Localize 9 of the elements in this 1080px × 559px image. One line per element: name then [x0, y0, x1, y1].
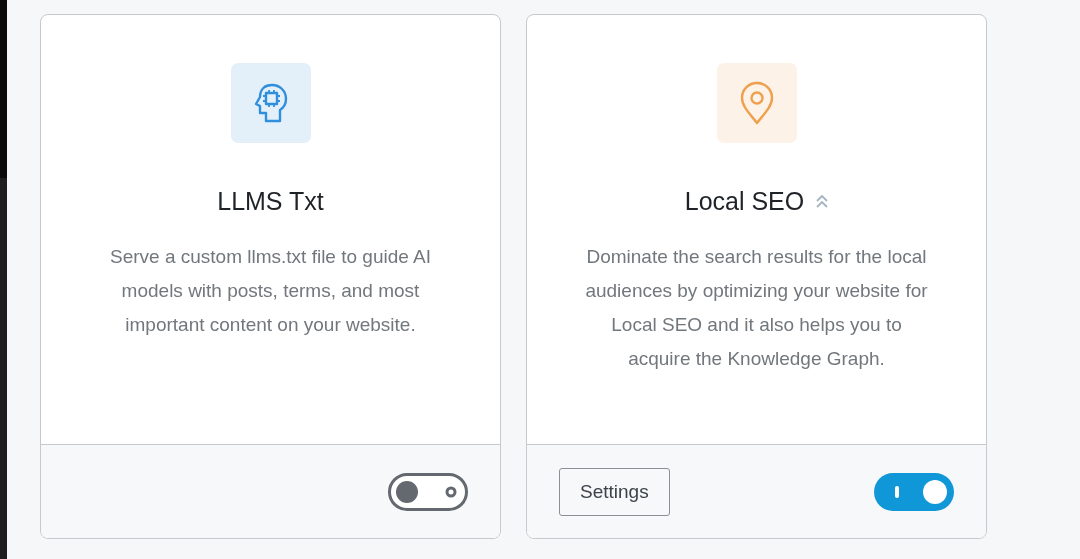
toggle-switch[interactable]: [874, 472, 954, 511]
head-chip-icon: [253, 83, 288, 123]
module-description: Dominate the search results for the local audiences by optimizing your website for Local SEO and it also helps you to acquire the Knowledge Graph.: [584, 245, 929, 371]
settings-button[interactable]: Settings: [559, 467, 670, 516]
module-description: Serve a custom llms.txt file to guide AI models with posts, terms, and most important content on your website.: [109, 245, 432, 337]
toggle-switch[interactable]: [388, 472, 468, 511]
map-pin-icon: [739, 81, 774, 125]
module-title: LLMS Txt: [217, 187, 324, 216]
module-title: Local SEO: [684, 187, 805, 216]
